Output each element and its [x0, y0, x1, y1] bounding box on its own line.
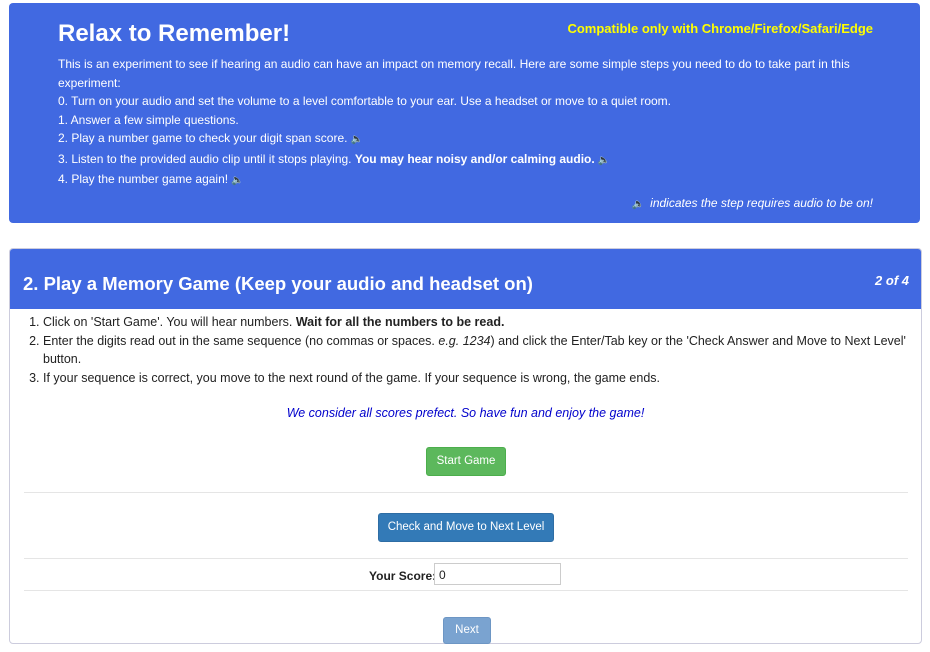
speaker-icon: 🔈	[597, 154, 611, 166]
start-game-button[interactable]: Start Game	[426, 447, 506, 476]
instruction-2-text-a: Enter the digits read out in the same se…	[43, 333, 435, 348]
intro-step-2-text: 2. Play a number game to check your digi…	[58, 131, 348, 145]
browser-compat-note: Compatible only with Chrome/Firefox/Safa…	[567, 21, 873, 36]
instruction-item: Click on 'Start Game'. You will hear num…	[43, 313, 923, 332]
intro-step-4: 4. Play the number game again! 🔈	[58, 170, 878, 191]
intro-step-0: 0. Turn on your audio and set the volume…	[58, 94, 672, 108]
intro-step-3: 3. Listen to the provided audio clip unt…	[58, 150, 878, 171]
intro-paragraph: This is an experiment to see if hearing …	[58, 57, 850, 90]
divider	[24, 558, 908, 559]
score-field: 0	[434, 563, 561, 585]
instruction-2-example: e.g. 1234	[438, 333, 491, 348]
page-title: Relax to Remember!	[58, 20, 291, 47]
audio-legend: 🔈 indicates the step requires audio to be…	[632, 196, 873, 210]
instruction-item: If your sequence is correct, you move to…	[43, 369, 923, 388]
panel-title: 2. Play a Memory Game (Keep your audio a…	[23, 273, 533, 294]
intro-step-4-text: 4. Play the number game again!	[58, 172, 229, 186]
check-answer-button[interactable]: Check and Move to Next Level	[378, 513, 554, 542]
speaker-icon: 🔈	[231, 175, 244, 186]
intro-step-3-bold: You may hear noisy and/or calming audio.	[354, 151, 595, 166]
intro-text: This is an experiment to see if hearing …	[58, 55, 878, 191]
intro-step-1: 1. Answer a few simple questions.	[58, 112, 239, 127]
divider	[24, 492, 908, 493]
next-button[interactable]: Next	[443, 617, 491, 644]
intro-step-3-text: 3. Listen to the provided audio clip unt…	[58, 151, 352, 166]
panel-header: 2. Play a Memory Game (Keep your audio a…	[10, 249, 921, 309]
instruction-1-bold: Wait for all the numbers to be read.	[295, 315, 505, 329]
speaker-icon: 🔈	[631, 199, 645, 210]
instruction-item: Enter the digits read out in the same se…	[43, 332, 923, 369]
audio-legend-text: indicates the step requires audio to be …	[650, 196, 873, 210]
memory-game-panel: 2. Play a Memory Game (Keep your audio a…	[9, 248, 922, 644]
fun-note: We consider all scores prefect. So have …	[286, 406, 645, 420]
intro-step-2: 2. Play a number game to check your digi…	[58, 129, 878, 150]
game-instructions: Click on 'Start Game'. You will hear num…	[23, 313, 923, 387]
step-counter: 2 of 4	[875, 273, 909, 288]
score-label: Your Score:	[369, 569, 437, 583]
instruction-1-text: Click on 'Start Game'. You will hear num…	[43, 315, 293, 329]
speaker-icon: 🔈	[350, 134, 363, 145]
divider	[24, 590, 908, 591]
intro-banner: Relax to Remember! Compatible only with …	[9, 3, 920, 223]
